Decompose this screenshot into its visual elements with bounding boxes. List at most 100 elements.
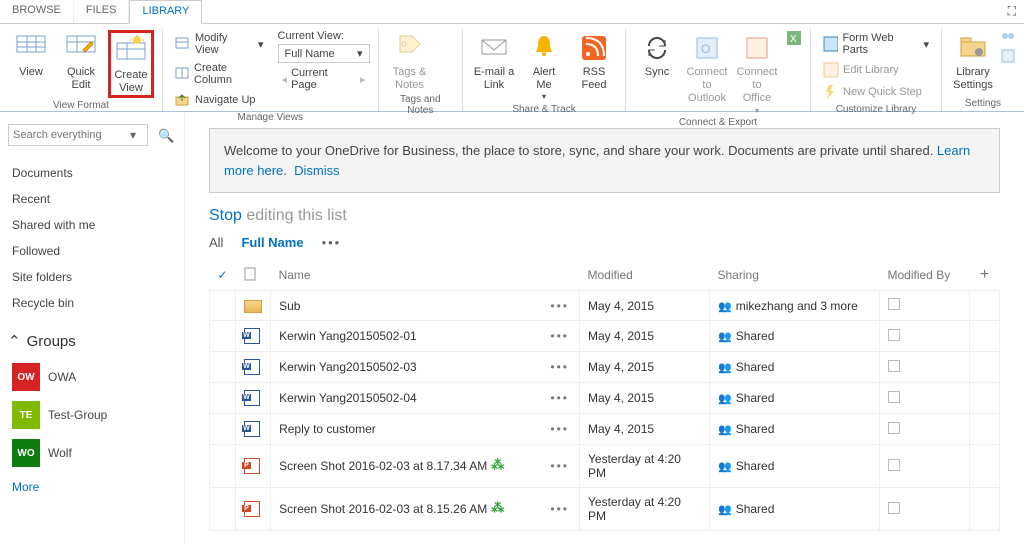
group-item[interactable]: TETest-Group	[8, 396, 176, 434]
library-settings-button[interactable]: Library Settings	[950, 30, 996, 96]
chevron-down-icon: ▾	[357, 47, 363, 60]
current-page-pager[interactable]: ◂ Current Page ▸	[278, 65, 370, 93]
file-name-cell[interactable]: Screen Shot 2016-02-03 at 8.17.34 AM⁂•••	[271, 445, 580, 488]
rss-feed-button[interactable]: RSS Feed	[571, 30, 617, 102]
group-item[interactable]: WOWolf	[8, 434, 176, 472]
sharing-cell[interactable]: 👥Shared	[710, 414, 880, 445]
create-column-button[interactable]: Create Column	[171, 60, 268, 88]
groups-header[interactable]: ⌃Groups	[8, 332, 176, 350]
extra-cell	[970, 321, 1000, 352]
row-select[interactable]	[210, 445, 236, 488]
modified-cell: May 4, 2015	[580, 414, 710, 445]
quick-edit-button[interactable]: Quick Edit	[58, 30, 104, 98]
workflow-icon	[1000, 48, 1016, 64]
nav-item[interactable]: Shared with me	[8, 212, 176, 238]
form-web-parts-button[interactable]: Form Web Parts ▾	[819, 30, 933, 58]
sync-button[interactable]: Sync	[634, 30, 680, 115]
modified-by-cell[interactable]	[880, 383, 970, 414]
row-select[interactable]	[210, 321, 236, 352]
create-view-button[interactable]: Create View	[108, 30, 154, 98]
nav-item[interactable]: Recycle bin	[8, 290, 176, 316]
table-row[interactable]: Kerwin Yang20150502-01•••May 4, 2015👥Sha…	[210, 321, 1000, 352]
row-menu-icon[interactable]: •••	[550, 459, 569, 473]
select-all[interactable]: ✓	[210, 260, 236, 291]
view-full-name[interactable]: Full Name	[241, 235, 303, 250]
file-table: ✓ Name Modified Sharing Modified By + Su…	[209, 260, 1000, 531]
stop-link[interactable]: Stop	[209, 207, 242, 224]
file-name-cell[interactable]: Reply to customer•••	[271, 414, 580, 445]
table-row[interactable]: Reply to customer•••May 4, 2015👥Shared	[210, 414, 1000, 445]
file-name-cell[interactable]: Kerwin Yang20150502-03•••	[271, 352, 580, 383]
fullscreen-icon[interactable]: ⛶	[1008, 4, 1016, 19]
file-name-cell[interactable]: Kerwin Yang20150502-04•••	[271, 383, 580, 414]
sharing-cell[interactable]: 👥Shared	[710, 488, 880, 531]
alert-me-button[interactable]: Alert Me▾	[521, 30, 567, 102]
table-row[interactable]: Kerwin Yang20150502-03•••May 4, 2015👥Sha…	[210, 352, 1000, 383]
tab-browse[interactable]: BROWSE	[0, 0, 74, 23]
extra-cell	[970, 488, 1000, 531]
row-select[interactable]	[210, 352, 236, 383]
people-icon: 👥	[718, 301, 732, 313]
tab-library[interactable]: LIBRARY	[129, 0, 202, 24]
table-row[interactable]: Screen Shot 2016-02-03 at 8.17.34 AM⁂•••…	[210, 445, 1000, 488]
view-more-icon[interactable]: •••	[322, 235, 342, 250]
nav-item[interactable]: Site folders	[8, 264, 176, 290]
group-manage-views: Modify View ▾ Create Column Navigate Up …	[163, 28, 379, 111]
search-scope-dropdown[interactable]: ▾	[130, 128, 136, 142]
modified-by-cell[interactable]	[880, 352, 970, 383]
sharing-cell[interactable]: 👥Shared	[710, 321, 880, 352]
row-menu-icon[interactable]: •••	[550, 502, 569, 516]
table-row[interactable]: Kerwin Yang20150502-04•••May 4, 2015👥Sha…	[210, 383, 1000, 414]
sharing-cell[interactable]: 👥Shared	[710, 445, 880, 488]
file-name-cell[interactable]: Sub•••	[271, 291, 580, 321]
row-menu-icon[interactable]: •••	[550, 360, 569, 374]
row-menu-icon[interactable]: •••	[550, 422, 569, 436]
row-select[interactable]	[210, 488, 236, 531]
modified-by-cell[interactable]	[880, 321, 970, 352]
tab-files[interactable]: FILES	[74, 0, 130, 23]
modified-by-cell[interactable]	[880, 445, 970, 488]
modified-by-cell[interactable]	[880, 291, 970, 321]
current-view-dropdown[interactable]: Full Name▾	[278, 44, 370, 63]
search-input[interactable]	[8, 124, 148, 146]
modified-by-cell[interactable]	[880, 414, 970, 445]
search-icon[interactable]: 🔍	[158, 128, 174, 144]
nav-item[interactable]: Recent	[8, 186, 176, 212]
row-select[interactable]	[210, 414, 236, 445]
group-view-format: View Quick Edit Create View View Format	[0, 28, 163, 111]
col-modified-by[interactable]: Modified By	[880, 260, 970, 291]
welcome-banner: Welcome to your OneDrive for Business, t…	[209, 128, 1000, 193]
view-all[interactable]: All	[209, 235, 223, 250]
more-link[interactable]: More	[8, 472, 176, 502]
sharing-cell[interactable]: 👥Shared	[710, 352, 880, 383]
col-modified[interactable]: Modified	[580, 260, 710, 291]
row-select[interactable]	[210, 383, 236, 414]
navigate-up-button[interactable]: Navigate Up	[171, 90, 268, 110]
type-header[interactable]	[236, 260, 271, 291]
modified-by-cell[interactable]	[880, 488, 970, 531]
group-item[interactable]: OWOWA	[8, 358, 176, 396]
row-select[interactable]	[210, 291, 236, 321]
nav-item[interactable]: Documents	[8, 160, 176, 186]
email-link-button[interactable]: E-mail a Link	[471, 30, 517, 102]
nav-item[interactable]: Followed	[8, 238, 176, 264]
form-icon	[823, 36, 838, 52]
row-menu-icon[interactable]: •••	[550, 299, 569, 313]
modify-view-button[interactable]: Modify View ▾	[171, 30, 268, 58]
col-sharing[interactable]: Sharing	[710, 260, 880, 291]
sharing-cell[interactable]: 👥Shared	[710, 383, 880, 414]
add-column[interactable]: +	[970, 260, 1000, 291]
table-row[interactable]: Sub•••May 4, 2015👥mikezhang and 3 more	[210, 291, 1000, 321]
file-type-icon	[236, 291, 271, 321]
row-menu-icon[interactable]: •••	[550, 391, 569, 405]
view-button[interactable]: View	[8, 30, 54, 98]
connect-outlook-button: OConnect to Outlook	[684, 30, 730, 115]
sharing-cell[interactable]: 👥mikezhang and 3 more	[710, 291, 880, 321]
col-name[interactable]: Name	[271, 260, 580, 291]
dismiss-link[interactable]: Dismiss	[294, 163, 340, 178]
row-menu-icon[interactable]: •••	[550, 329, 569, 343]
group-tile: OW	[12, 363, 40, 391]
file-name-cell[interactable]: Kerwin Yang20150502-01•••	[271, 321, 580, 352]
file-name-cell[interactable]: Screen Shot 2016-02-03 at 8.15.26 AM⁂•••	[271, 488, 580, 531]
table-row[interactable]: Screen Shot 2016-02-03 at 8.15.26 AM⁂•••…	[210, 488, 1000, 531]
